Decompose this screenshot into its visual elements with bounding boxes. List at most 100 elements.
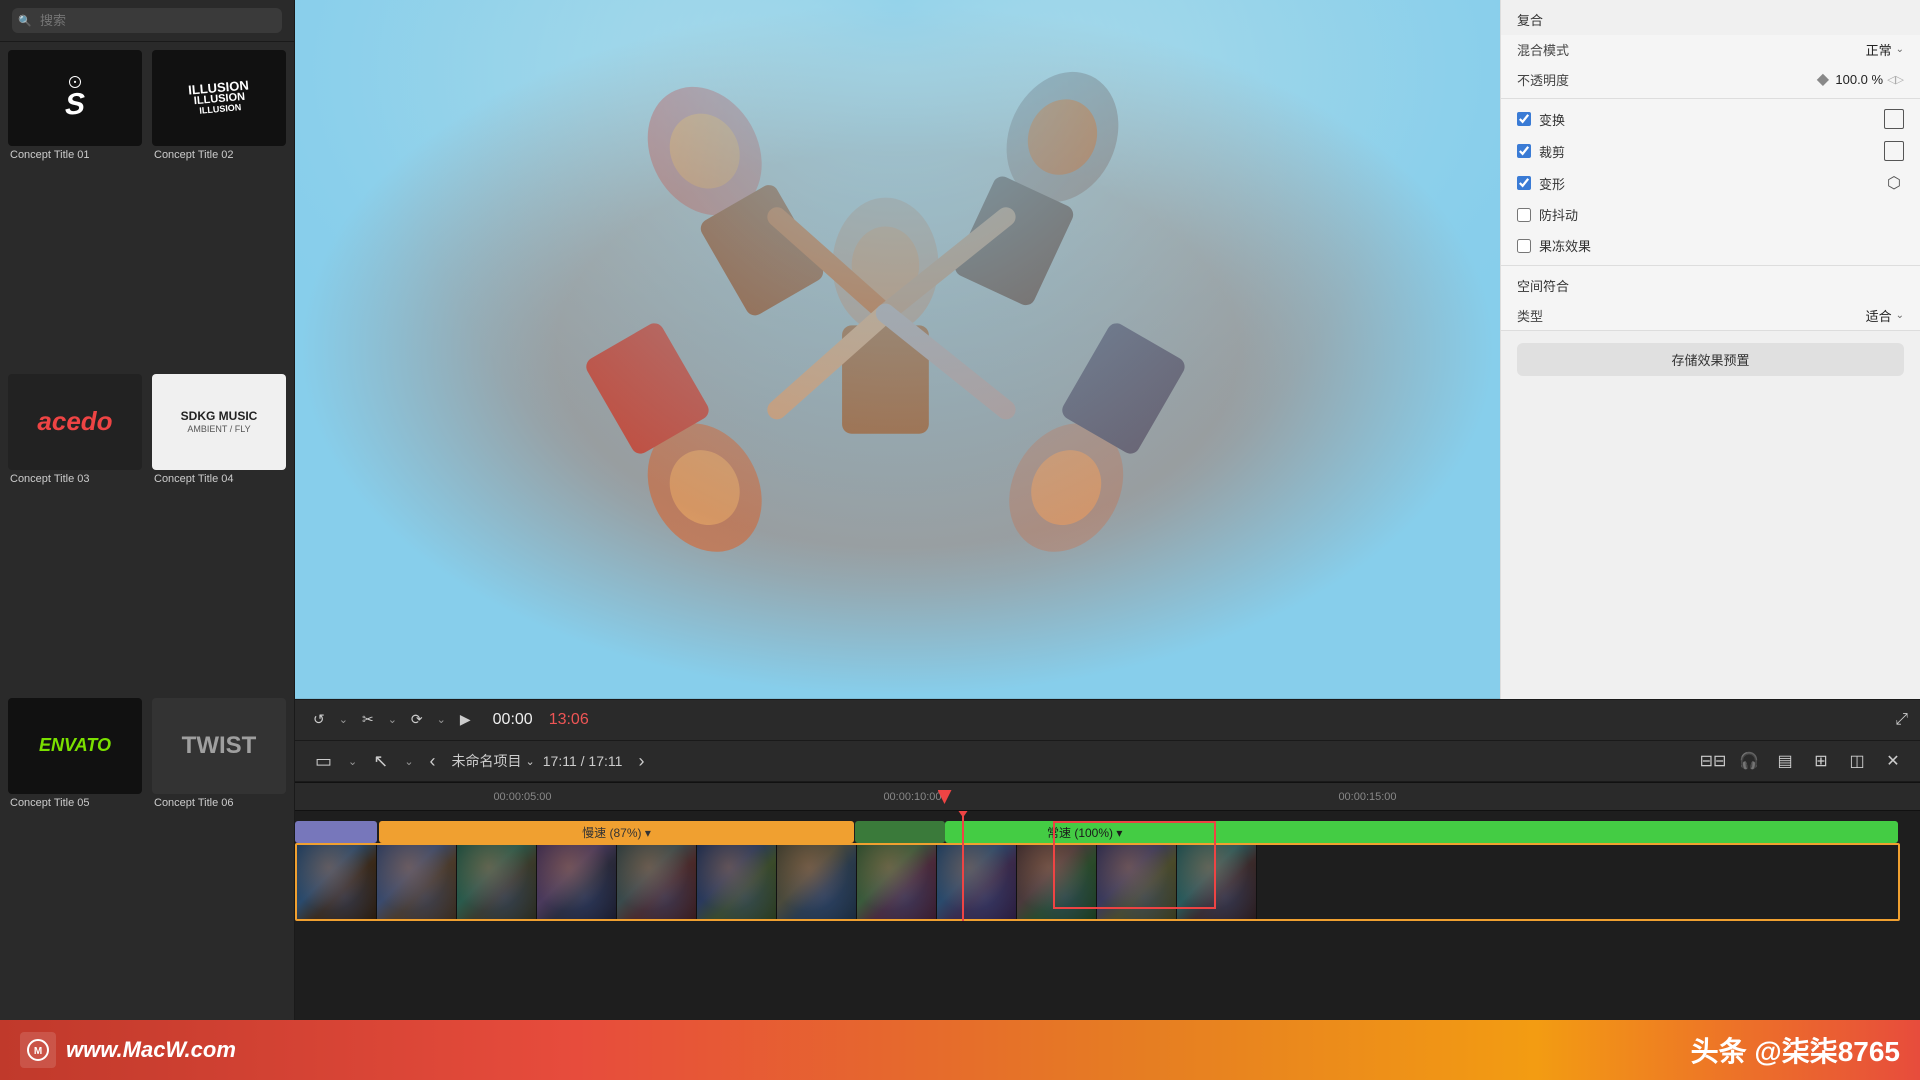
center-area: 复合 混合模式 正常 ⌄ 不透明度 ◆ 100.0 % ◁▷ bbox=[295, 0, 1920, 1020]
transform-row: 变换 bbox=[1501, 103, 1920, 135]
track-segment-purple bbox=[295, 821, 377, 843]
chevron-down-icon: ⌄ bbox=[348, 755, 357, 768]
chevron-down-icon: ⌄ bbox=[526, 755, 535, 768]
svg-text:M: M bbox=[34, 1046, 42, 1057]
project-name[interactable]: 未命名项目 ⌄ bbox=[452, 751, 535, 771]
transform-label: 变换 bbox=[1539, 110, 1876, 129]
filmstrip-frame bbox=[937, 845, 1017, 919]
watermark-logo: M bbox=[20, 1032, 56, 1068]
watermark-left: M www.MacW.com bbox=[20, 1032, 236, 1068]
type-value[interactable]: 适合 ⌄ bbox=[1866, 306, 1904, 325]
chevron-down-icon: ⌄ bbox=[404, 755, 413, 768]
trim-button[interactable]: ✂ bbox=[356, 707, 380, 732]
playhead-icon bbox=[938, 790, 952, 804]
list-item[interactable]: TWIST Concept Title 06 bbox=[148, 694, 290, 1016]
loop-button[interactable]: ↺ bbox=[307, 707, 331, 732]
watermark-credit: 头条 @柒柒8765 bbox=[1691, 1030, 1900, 1070]
freeze-checkbox[interactable] bbox=[1517, 239, 1531, 253]
crop-row: 裁剪 bbox=[1501, 135, 1920, 167]
media-thumbnail: • S bbox=[8, 50, 142, 146]
speed-bar-normal[interactable]: 常速 (100%) ▾ bbox=[945, 821, 1898, 843]
video-scene bbox=[295, 0, 1500, 699]
filmstrip-frame bbox=[297, 845, 377, 919]
nav-bar: ▭ ⌄ ↖ ⌄ ‹ 未命名项目 ⌄ 17:11 / 17:11 › ⊟⊟ 🎧 ▤… bbox=[295, 740, 1920, 783]
media-browser: • S Concept Title 01 ILLUSION ILLUSION I… bbox=[0, 0, 295, 1020]
blend-mode-row: 混合模式 正常 ⌄ bbox=[1501, 35, 1920, 64]
playhead-line[interactable] bbox=[962, 811, 964, 921]
timeline-area: 00:00:05:00 00:00:10:00 00:00:15:00 慢速 (… bbox=[295, 782, 1920, 1020]
timeline-tracks: 慢速 (87%) ▾ 常速 (100%) ▾ bbox=[295, 811, 1920, 1020]
freeze-row: 果冻效果 bbox=[1501, 230, 1920, 261]
opacity-adjust-icon[interactable]: ◁▷ bbox=[1887, 73, 1904, 86]
prev-button[interactable]: ‹ bbox=[422, 747, 444, 776]
crop-checkbox[interactable] bbox=[1517, 144, 1531, 158]
list-item[interactable]: ENVATO Concept Title 05 bbox=[4, 694, 146, 1016]
inspector-panel: 复合 混合模式 正常 ⌄ 不透明度 ◆ 100.0 % ◁▷ bbox=[1500, 0, 1920, 699]
filmstrip-frame bbox=[457, 845, 537, 919]
distort-row: 变形 ⬡ bbox=[1501, 167, 1920, 199]
search-input[interactable] bbox=[12, 8, 282, 33]
square-icon bbox=[1884, 141, 1904, 161]
compare-tool[interactable]: ◫ bbox=[1842, 746, 1872, 776]
cursor-button[interactable]: ↖ bbox=[365, 747, 396, 776]
track-segment-green-left bbox=[855, 821, 945, 843]
diamond-icon: ◆ bbox=[1817, 69, 1829, 89]
play-button[interactable]: ▶ bbox=[454, 707, 477, 732]
next-button[interactable]: › bbox=[630, 747, 652, 776]
chevron-down-icon: ⌄ bbox=[1896, 44, 1904, 55]
filmstrip-frame bbox=[537, 845, 617, 919]
transform-checkbox[interactable] bbox=[1517, 112, 1531, 126]
list-item[interactable]: • S Concept Title 01 bbox=[4, 46, 146, 368]
filmstrip bbox=[295, 843, 1900, 921]
grid-view-tool[interactable]: ⊞ bbox=[1806, 746, 1836, 776]
stabilize-checkbox[interactable] bbox=[1517, 208, 1531, 222]
magnet-tool[interactable]: ⊟⊟ bbox=[1698, 746, 1728, 776]
blend-mode-value[interactable]: 正常 ⌄ bbox=[1866, 40, 1904, 59]
media-thumbnail: ILLUSION ILLUSION ILLUSION bbox=[152, 50, 286, 146]
save-preset-button[interactable]: 存储效果预置 bbox=[1517, 343, 1904, 376]
spatial-label: 空间符合 bbox=[1501, 270, 1920, 301]
filmstrip-frame bbox=[697, 845, 777, 919]
speed-bar-slow[interactable]: 慢速 (87%) ▾ bbox=[379, 821, 854, 843]
stabilize-row: 防抖动 bbox=[1501, 199, 1920, 230]
clip-view-tool[interactable]: ▤ bbox=[1770, 746, 1800, 776]
media-label: Concept Title 05 bbox=[8, 797, 142, 809]
media-grid: • S Concept Title 01 ILLUSION ILLUSION I… bbox=[0, 42, 294, 1020]
list-item[interactable]: acedo Concept Title 03 bbox=[4, 370, 146, 692]
stabilize-label: 防抖动 bbox=[1539, 205, 1904, 224]
bottom-bar: M www.MacW.com 头条 @柒柒8765 bbox=[0, 1020, 1920, 1080]
opacity-label: 不透明度 bbox=[1517, 70, 1817, 89]
filmstrip-frame bbox=[377, 845, 457, 919]
media-label: Concept Title 01 bbox=[8, 149, 142, 161]
preview-inspector: 复合 混合模式 正常 ⌄ 不透明度 ◆ 100.0 % ◁▷ bbox=[295, 0, 1920, 699]
playhead-marker bbox=[956, 811, 970, 817]
filmstrip-frame bbox=[857, 845, 937, 919]
type-row: 类型 适合 ⌄ bbox=[1501, 301, 1920, 330]
tool-select-button[interactable]: ▭ bbox=[307, 747, 340, 776]
opacity-value: ◆ 100.0 % ◁▷ bbox=[1817, 69, 1904, 89]
timecode-end: 13:06 bbox=[549, 711, 589, 729]
nav-tools: ⊟⊟ 🎧 ▤ ⊞ ◫ ✕ bbox=[1698, 746, 1908, 776]
nav-timecode: 17:11 / 17:11 bbox=[543, 753, 623, 769]
distort-checkbox[interactable] bbox=[1517, 176, 1531, 190]
filmstrip-frame bbox=[1017, 845, 1097, 919]
timecode-start: 00:00 bbox=[493, 711, 533, 729]
type-label: 类型 bbox=[1517, 306, 1866, 325]
list-item[interactable]: ILLUSION ILLUSION ILLUSION Concept Title… bbox=[148, 46, 290, 368]
video-preview bbox=[295, 0, 1500, 699]
media-label: Concept Title 06 bbox=[152, 797, 286, 809]
mac-logo-icon: M bbox=[26, 1038, 50, 1062]
playhead-ruler-marker bbox=[938, 783, 952, 810]
close-tool[interactable]: ✕ bbox=[1878, 746, 1908, 776]
audio-tool[interactable]: 🎧 bbox=[1734, 746, 1764, 776]
media-label: Concept Title 04 bbox=[152, 473, 286, 485]
fullscreen-button[interactable]: ⤢ bbox=[1895, 711, 1908, 729]
chevron-down-icon: ⌄ bbox=[437, 713, 446, 726]
media-label: Concept Title 03 bbox=[8, 473, 142, 485]
media-thumbnail: SDKG MUSIC AMBIENT / FLY bbox=[152, 374, 286, 470]
list-item[interactable]: SDKG MUSIC AMBIENT / FLY Concept Title 0… bbox=[148, 370, 290, 692]
search-bar bbox=[0, 0, 294, 42]
filmstrip-frame bbox=[1177, 845, 1257, 919]
ruler-mark: 00:00:10:00 bbox=[883, 791, 941, 803]
speed-button[interactable]: ⟳ bbox=[405, 707, 429, 732]
